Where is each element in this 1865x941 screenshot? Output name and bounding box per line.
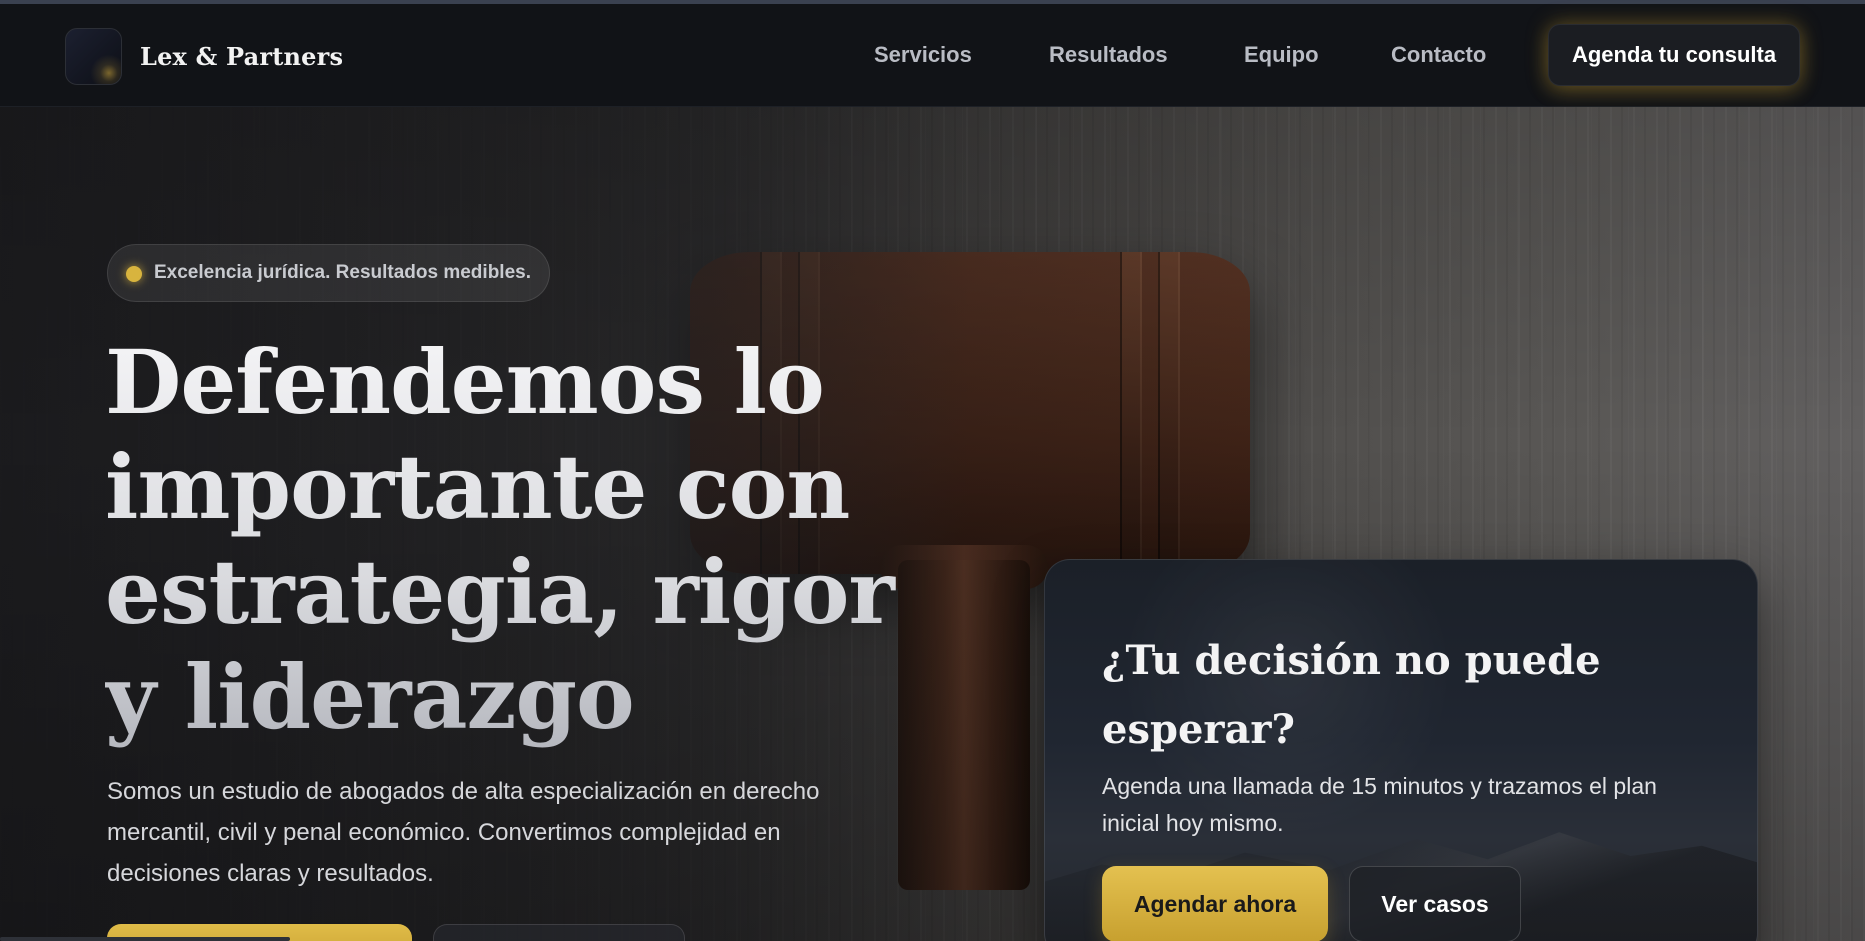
- cta-card-text: Agenda una llamada de 15 minutos y traza…: [1102, 773, 1657, 836]
- nav-link-contacto[interactable]: Contacto: [1391, 42, 1486, 68]
- logo-mark-icon[interactable]: [65, 28, 122, 85]
- hero-headline: Defendemos lo importante con estrategia,…: [105, 330, 965, 750]
- hero-lead-text: Somos un estudio de abogados de alta esp…: [107, 778, 820, 887]
- schedule-consultation-button[interactable]: Agenda tu consulta: [1548, 24, 1800, 86]
- cta-card: ¿Tu decisión no puede esperar? Agenda un…: [1044, 559, 1758, 941]
- brand-name[interactable]: Lex & Partners: [140, 42, 343, 71]
- top-navbar: Lex & Partners Servicios Resultados Equi…: [0, 4, 1865, 107]
- schedule-now-button[interactable]: Agendar ahora: [1102, 866, 1328, 941]
- hero-secondary-button[interactable]: [433, 924, 685, 941]
- horizontal-scrollbar[interactable]: [0, 937, 290, 941]
- nav-link-resultados[interactable]: Resultados: [1049, 42, 1168, 68]
- hero-badge-text: Excelencia jurídica. Resultados medibles…: [154, 262, 531, 283]
- nav-link-servicios[interactable]: Servicios: [874, 42, 972, 68]
- nav-link-equipo[interactable]: Equipo: [1244, 42, 1319, 68]
- status-dot-icon: [126, 266, 142, 282]
- hero-badge: Excelencia jurídica. Resultados medibles…: [107, 244, 550, 302]
- cta-card-title: ¿Tu decisión no puede esperar?: [1102, 637, 1601, 753]
- view-cases-button[interactable]: Ver casos: [1349, 866, 1521, 941]
